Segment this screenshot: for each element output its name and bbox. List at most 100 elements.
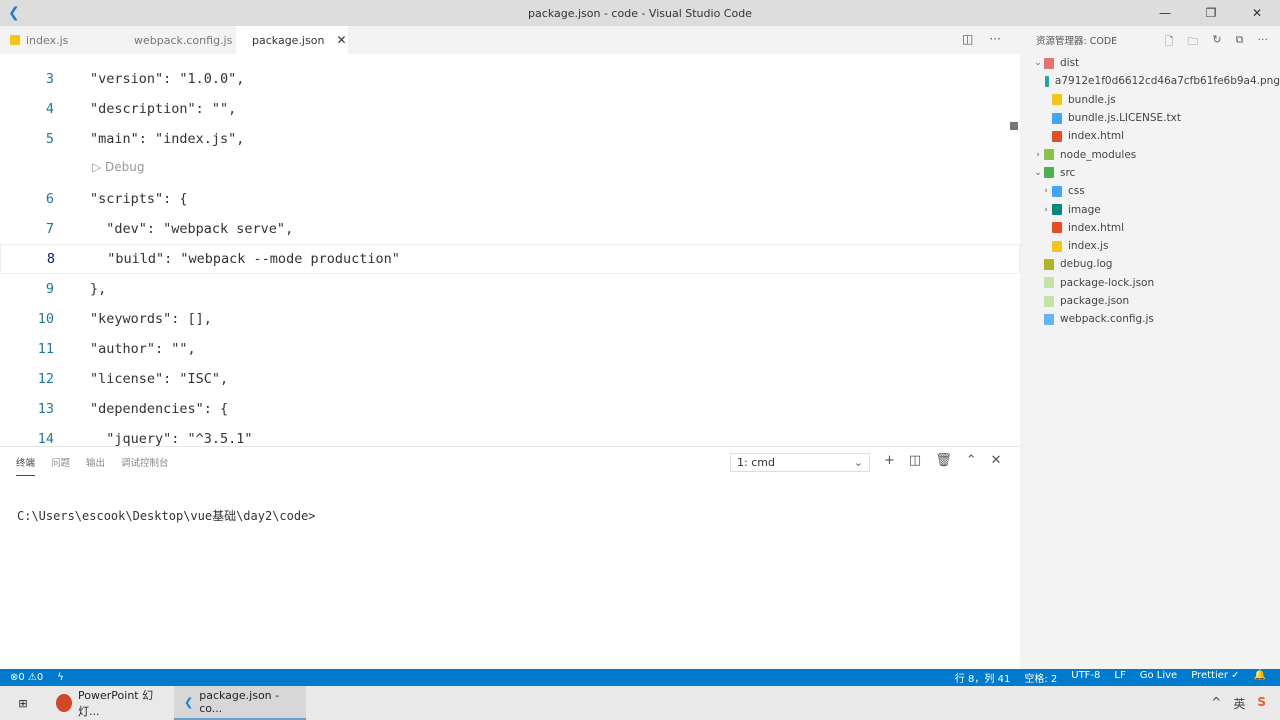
debug-codelens[interactable]: ▷ Debug <box>92 160 145 174</box>
tree-item-label: webpack.config.js <box>1060 313 1154 326</box>
tree-item-label: node_modules <box>1060 148 1137 161</box>
tree-item-label: bundle.js <box>1068 93 1116 106</box>
ime-indicator[interactable]: 英 <box>1233 695 1245 712</box>
more-icon[interactable]: ··· <box>1258 33 1269 52</box>
trash-icon[interactable]: 🗑 <box>935 453 952 468</box>
close-window-button[interactable]: ✕ <box>1234 0 1280 26</box>
terminal-select-value: 1: cmd <box>737 456 775 469</box>
code-text: "version": "1.0.0", <box>90 71 245 87</box>
new-folder-icon[interactable]: 🗀 <box>1187 33 1198 52</box>
tab-debug-console[interactable]: 调试控制台 <box>121 455 169 476</box>
code-text: "description": "", <box>90 101 237 117</box>
code-line: 6 "scripts": { <box>0 184 1020 214</box>
code-line: 12 "license": "ISC", <box>0 364 1020 394</box>
more-actions-icon[interactable]: ··· <box>989 32 1000 46</box>
tab-index-js[interactable]: index.js <box>0 26 118 54</box>
line-number: 14 <box>37 431 54 446</box>
terminal-select[interactable]: 1: cmd ⌄ <box>730 453 870 472</box>
close-icon[interactable]: ✕ <box>336 33 346 47</box>
code-line: 3 "version": "1.0.0", <box>0 64 1020 94</box>
eol[interactable]: LF <box>1114 670 1125 685</box>
file-icon <box>1052 112 1062 124</box>
tree-item[interactable]: debug.log <box>1020 255 1280 273</box>
new-terminal-icon[interactable]: + <box>884 453 895 468</box>
code-text: "license": "ISC", <box>90 371 229 387</box>
indentation[interactable]: 空格: 2 <box>1024 670 1057 685</box>
split-terminal-icon[interactable]: ◫ <box>909 453 921 468</box>
problems-count[interactable]: ⊗0 ⚠0 <box>10 672 43 683</box>
tree-item-label: debug.log <box>1060 258 1113 271</box>
tree-item-label: dist <box>1060 57 1080 70</box>
taskbar-item-vscode[interactable]: ❮ package.json - co... <box>174 686 306 720</box>
line-number: 12 <box>37 371 54 387</box>
tree-item[interactable]: › node_modules <box>1020 145 1280 163</box>
file-icon <box>1044 277 1054 289</box>
refresh-icon[interactable]: ↻ <box>1212 33 1221 52</box>
windows-start-icon[interactable]: ⊞ <box>0 686 46 720</box>
tree-item[interactable]: index.html <box>1020 219 1280 237</box>
tree-item[interactable]: webpack.config.js <box>1020 310 1280 328</box>
file-icon <box>1052 240 1062 252</box>
lightning-icon[interactable]: ϟ <box>57 672 64 683</box>
status-bar: ⊗0 ⚠0 ϟ 行 8，列 41 空格: 2 UTF-8 LF Go Live … <box>0 669 1280 686</box>
file-icon <box>1052 222 1062 234</box>
tab-label: package.json <box>252 33 325 47</box>
sogou-icon[interactable]: S <box>1257 695 1266 712</box>
tree-item[interactable]: bundle.js <box>1020 91 1280 109</box>
tree-item[interactable]: bundle.js.LICENSE.txt <box>1020 109 1280 127</box>
file-icon <box>1044 75 1049 87</box>
new-file-icon[interactable]: 🗋 <box>1165 33 1174 52</box>
cursor-position[interactable]: 行 8，列 41 <box>955 670 1010 685</box>
editor-tabs: index.js webpack.config.js package.json ✕ <box>0 26 1020 54</box>
close-panel-icon[interactable]: ✕ <box>991 453 1002 468</box>
tree-item[interactable]: › css <box>1020 182 1280 200</box>
tree-item[interactable]: package-lock.json <box>1020 274 1280 292</box>
maximize-button[interactable]: ❐ <box>1188 0 1234 26</box>
line-number: 6 <box>45 191 54 207</box>
tab-terminal[interactable]: 终端 <box>16 455 36 476</box>
code-line: 10 "keywords": [], <box>0 304 1020 334</box>
file-icon <box>1044 57 1054 69</box>
taskbar-label: package.json - co... <box>199 689 280 715</box>
tab-label: webpack.config.js <box>134 33 233 47</box>
minimize-button[interactable]: — <box>1142 0 1188 26</box>
split-editor-icon[interactable]: ◫ <box>962 32 973 46</box>
tab-package-json[interactable]: package.json ✕ <box>236 26 348 54</box>
tree-item[interactable]: ⌄ src <box>1020 164 1280 182</box>
code-text: "keywords": [], <box>90 311 212 327</box>
tree-item[interactable]: › image <box>1020 200 1280 218</box>
maximize-panel-icon[interactable]: ⌃ <box>966 453 977 468</box>
prettier-status[interactable]: Prettier ✓ <box>1191 670 1239 685</box>
tab-output[interactable]: 输出 <box>86 455 105 476</box>
editor-scrollbar[interactable] <box>1010 122 1018 130</box>
terminal-prompt[interactable]: C:\Users\escook\Desktop\vue基础\day2\code> <box>17 507 316 524</box>
code-text: "dependencies": { <box>90 401 229 417</box>
tree-item-label: index.html <box>1068 221 1124 234</box>
tree-item[interactable]: ⌄ dist <box>1020 54 1280 72</box>
code-editor[interactable]: 3 "version": "1.0.0", 4 "description": "", 5… <box>0 54 1020 446</box>
tray-chevron-icon[interactable]: ^ <box>1211 695 1221 712</box>
tree-item-label: bundle.js.LICENSE.txt <box>1068 112 1181 125</box>
tree-item-label: package-lock.json <box>1060 276 1155 289</box>
collapse-all-icon[interactable]: ⧉ <box>1236 33 1244 52</box>
tree-item[interactable]: package.json <box>1020 292 1280 310</box>
line-number: 3 <box>45 71 54 87</box>
taskbar-item-powerpoint[interactable]: PowerPoint 幻灯... <box>46 686 174 720</box>
chevron-icon: ⌄ <box>1034 58 1042 69</box>
explorer-sidebar: 资源管理器: CODE 🗋 🗀 ↻ ⧉ ··· ⌄ dist a7912e1f0d6… <box>1020 26 1280 669</box>
terminal-panel: 终端 问题 输出 调试控制台 1: cmd ⌄ + ◫ 🗑 ⌃ ✕ C:\User… <box>0 446 1020 669</box>
tree-item[interactable]: index.js <box>1020 237 1280 255</box>
bell-icon[interactable]: 🔔 <box>1254 670 1266 685</box>
tab-webpack-config-js[interactable]: webpack.config.js <box>118 26 236 54</box>
file-icon <box>1044 295 1054 307</box>
encoding[interactable]: UTF-8 <box>1071 670 1100 685</box>
file-icon <box>1052 130 1062 142</box>
code-text: "author": "", <box>90 341 196 357</box>
code-line: 5 "main": "index.js", <box>0 124 1020 154</box>
tab-problems[interactable]: 问题 <box>51 455 70 476</box>
line-number: 8 <box>46 251 55 267</box>
tree-item[interactable]: index.html <box>1020 127 1280 145</box>
tree-item[interactable]: a7912e1f0d6612cd46a7cfb61fe6b9a4.png <box>1020 72 1280 90</box>
go-live-button[interactable]: Go Live <box>1140 670 1177 685</box>
vscode-icon: ❮ <box>184 695 194 709</box>
